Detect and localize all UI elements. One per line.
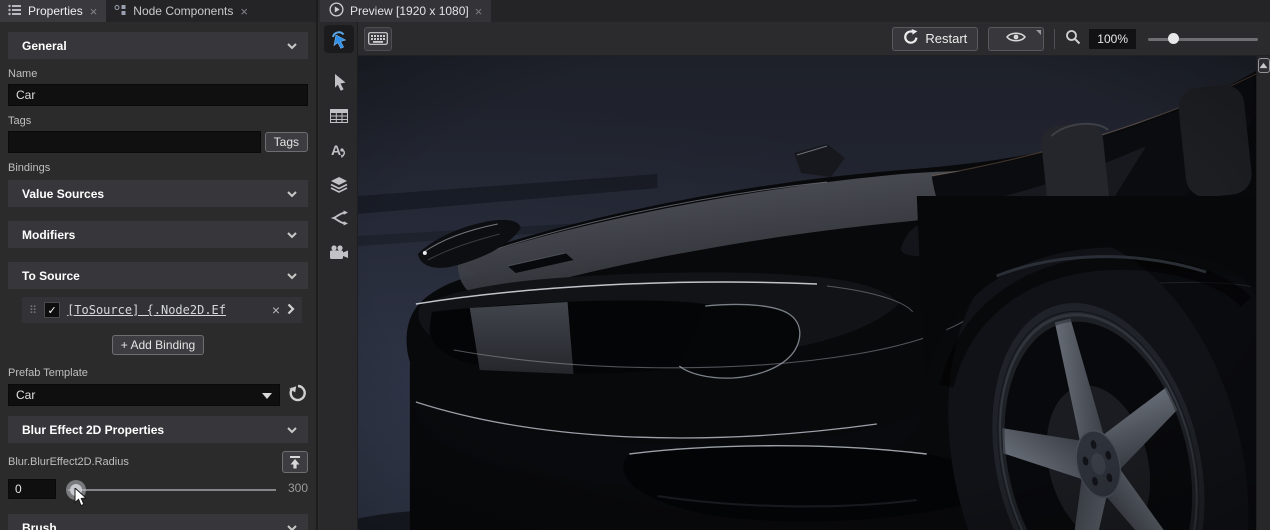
select-arrow-icon [330,73,348,91]
camera-tool-button[interactable] [324,239,354,265]
prefab-template-label: Prefab Template [8,367,308,379]
chevron-down-icon [286,423,298,437]
properties-panel: Properties × Node Components × General N… [0,0,318,530]
section-blur-effect-title: Blur Effect 2D Properties [22,423,164,437]
prefab-template-select[interactable]: Car [8,384,280,406]
bindings-label: Bindings [8,162,308,174]
close-icon[interactable]: × [89,5,99,18]
binding-enabled-checkbox[interactable]: ✓ [44,302,60,318]
up-arrow-icon [1259,62,1268,69]
grid-icon [330,109,348,123]
tags-label: Tags [8,115,308,127]
viewport-scrollbar[interactable] [1256,56,1270,530]
section-to-source[interactable]: To Source [8,262,308,289]
grid-tool-button[interactable] [324,103,354,129]
car-3d-scene [358,56,1256,530]
section-general[interactable]: General [8,32,308,59]
chevron-right-icon[interactable] [287,303,295,318]
blur-radius-max-label: 300 [288,481,308,495]
section-blur-effect[interactable]: Blur Effect 2D Properties [8,416,308,443]
dropdown-corner-icon [1036,30,1041,35]
tab-preview-label: Preview [1920 x 1080] [350,4,469,18]
preview-toolbar: Restart 100% [358,22,1270,56]
left-tabbar: Properties × Node Components × [0,0,316,22]
zoom-level-value[interactable]: 100% [1089,29,1136,49]
tags-button[interactable]: Tags [265,132,308,152]
branch-tool-button[interactable] [324,205,354,231]
reset-prefab-icon[interactable] [288,383,308,406]
magnifier-icon [1065,29,1081,48]
restart-button[interactable]: Restart [892,27,978,51]
chevron-down-icon [286,521,298,530]
preview-panel: Preview [1920 x 1080] × Restart [320,0,1270,530]
branch-icon [330,210,348,226]
section-value-sources-title: Value Sources [22,187,104,201]
blur-radius-slider-track[interactable] [68,489,276,491]
section-brush[interactable]: Brush [8,514,308,530]
remove-binding-icon[interactable]: × [272,302,280,318]
chevron-down-icon [286,228,298,242]
tab-properties-label: Properties [28,4,83,18]
application-window: Properties × Node Components × General N… [0,0,1270,530]
eye-icon [1006,31,1026,46]
text-tool-button[interactable]: A [324,137,354,163]
binding-item-row: ⠿ ✓ [ToSource] {.Node2D.Ef × [22,297,302,323]
properties-body: General Name Tags Tags Bindings Value So… [0,22,316,530]
preview-toolstrip: A [320,22,358,530]
caret-down-icon [262,388,272,402]
pointer-click-icon [329,29,349,49]
keyboard-input-button[interactable] [364,27,392,51]
list-icon [8,4,22,19]
close-icon[interactable]: × [475,4,483,19]
binding-expression-link[interactable]: [ToSource] {.Node2D.Ef [67,303,265,317]
preview-viewport[interactable] [358,56,1256,530]
toolbar-separator [1054,29,1055,49]
section-general-title: General [22,39,67,53]
chevron-down-icon [286,269,298,283]
select-tool-button[interactable] [324,69,354,95]
promote-value-button[interactable] [282,451,308,473]
zoom-slider[interactable] [1148,29,1258,49]
tab-properties[interactable]: Properties × [0,0,106,22]
mouse-cursor [74,488,88,510]
section-value-sources[interactable]: Value Sources [8,180,308,207]
drag-handle-icon[interactable]: ⠿ [29,304,37,317]
layers-tool-button[interactable] [324,171,354,197]
node-components-icon [114,4,127,19]
tab-node-components[interactable]: Node Components × [106,0,257,22]
tab-preview[interactable]: Preview [1920 x 1080] × [320,0,491,22]
close-icon[interactable]: × [239,5,249,18]
restart-label: Restart [925,31,967,46]
visibility-button[interactable] [988,27,1044,51]
camera-icon [329,245,349,260]
layers-icon [330,176,348,193]
promote-arrow-icon [288,455,302,470]
blur-radius-input[interactable] [8,479,56,499]
keyboard-icon [368,32,388,45]
zoom-slider-track[interactable] [1148,38,1258,41]
prefab-template-value: Car [16,388,35,402]
interact-tool-button[interactable] [324,25,354,53]
blur-radius-label: Blur.BlurEffect2D.Radius [8,456,129,468]
section-modifiers[interactable]: Modifiers [8,221,308,248]
blur-radius-slider-row: 300 [8,477,308,503]
chevron-down-icon [286,187,298,201]
preview-tabstrip: Preview [1920 x 1080] × [320,0,1270,22]
check-icon: ✓ [47,304,56,317]
section-brush-title: Brush [22,521,57,530]
name-label: Name [8,68,308,80]
zoom-slider-thumb[interactable] [1168,33,1179,44]
section-modifiers-title: Modifiers [22,228,75,242]
scroll-up-button[interactable] [1258,58,1270,73]
tags-input[interactable] [8,131,261,153]
chevron-down-icon [286,39,298,53]
restart-icon [903,29,919,48]
play-icon [329,2,344,20]
text-anchor-icon: A [330,142,348,159]
tab-node-components-label: Node Components [133,4,233,18]
section-to-source-title: To Source [22,269,80,283]
add-binding-button[interactable]: + Add Binding [112,335,204,355]
svg-text:A: A [331,142,341,158]
name-input[interactable] [8,84,308,106]
